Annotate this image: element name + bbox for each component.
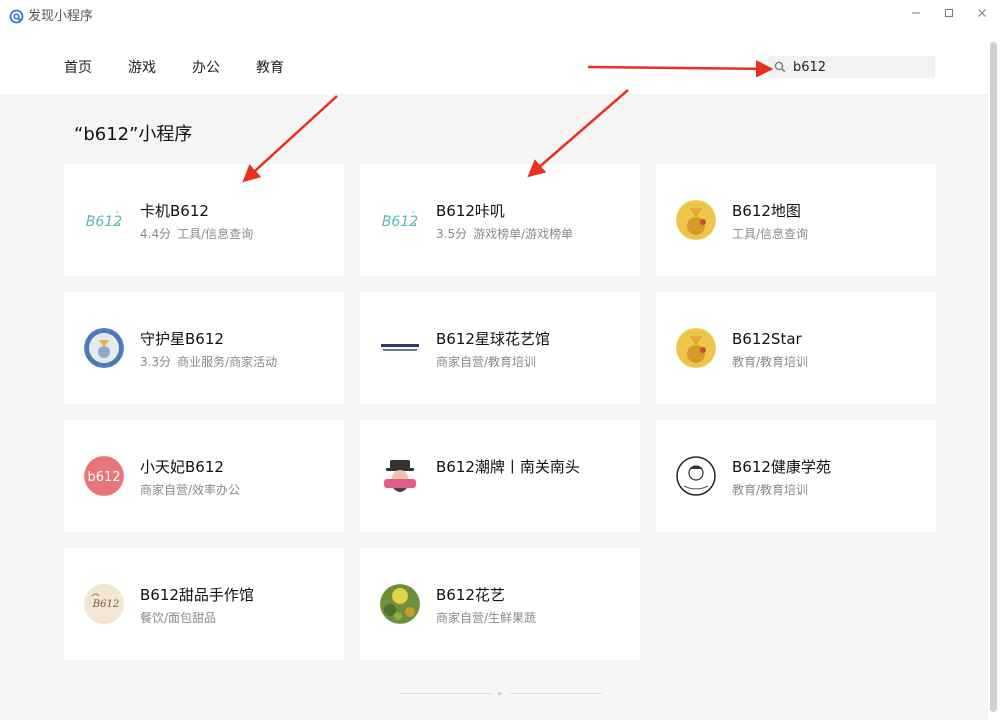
svg-text:B612: B612 xyxy=(86,214,122,230)
result-card[interactable]: B612 B612甜品手作馆 餐饮/面包甜品 xyxy=(64,548,344,660)
card-title: 小天妃B612 xyxy=(140,458,224,476)
sketch-portrait-logo-icon xyxy=(676,456,716,496)
page-indicator xyxy=(400,691,602,697)
maximize-button[interactable] xyxy=(937,4,961,22)
little-prince-avatar-icon xyxy=(676,200,716,240)
card-title: 守护星B612 xyxy=(140,330,224,348)
result-card[interactable]: B612健康学苑 教育/教育培训 xyxy=(656,420,936,532)
svg-text:b612: b612 xyxy=(87,470,120,485)
pager-line-left xyxy=(400,693,492,694)
card-meta: 商家自营/教育培训 xyxy=(436,354,536,370)
little-prince-avatar-icon xyxy=(676,328,716,368)
search-icon xyxy=(774,60,788,74)
card-category: 游戏榜单/游戏榜单 xyxy=(473,227,574,241)
flower-photo-icon xyxy=(380,584,420,624)
card-category: 餐饮/面包甜品 xyxy=(140,611,217,625)
card-title: B612地图 xyxy=(732,202,801,220)
result-card[interactable]: B612 B612咔叽 3.5分 游戏榜单/游戏榜单 xyxy=(360,164,640,276)
b612-logo-teal-icon: B612 xyxy=(380,200,420,240)
scrollbar-thumb[interactable] xyxy=(990,42,997,712)
minimize-icon xyxy=(912,12,920,14)
card-meta: 4.4分 工具/信息查询 xyxy=(140,226,253,242)
results-area: “b612”小程序 B612 卡机B612 4.4分 工具/信息查询 B612 B… xyxy=(0,94,988,720)
tab-games[interactable]: 游戏 xyxy=(128,59,156,77)
svg-text:B612: B612 xyxy=(382,214,418,230)
close-button[interactable] xyxy=(970,4,994,22)
little-prince-badge-icon xyxy=(84,328,124,368)
dessert-logo-icon: B612 xyxy=(84,584,124,624)
pager-line-right xyxy=(510,693,602,694)
result-card[interactable]: B612Star 教育/教育培训 xyxy=(656,292,936,404)
card-category: 教育/教育培训 xyxy=(732,355,809,369)
maximize-icon xyxy=(945,9,953,17)
card-rating: 3.5分 xyxy=(436,227,468,241)
result-card[interactable]: B612 卡机B612 4.4分 工具/信息查询 xyxy=(64,164,344,276)
card-title: B612潮牌丨南关南头 xyxy=(436,458,580,476)
minimize-button[interactable] xyxy=(904,4,928,22)
tab-education[interactable]: 教育 xyxy=(256,59,284,77)
hat-man-logo-icon xyxy=(380,456,420,496)
search-box[interactable] xyxy=(768,56,935,78)
card-category: 商家自营/教育培训 xyxy=(436,355,537,369)
b612-flora-logo-icon xyxy=(380,328,420,368)
miniprogram-logo-icon xyxy=(9,9,24,24)
card-meta: 3.3分 商业服务/商家活动 xyxy=(140,354,277,370)
card-rating: 3.3分 xyxy=(140,355,172,369)
result-card[interactable]: B612花艺 商家自营/生鲜果蔬 xyxy=(360,548,640,660)
card-meta: 商家自营/效率办公 xyxy=(140,482,240,498)
close-icon xyxy=(978,9,986,17)
card-meta: 工具/信息查询 xyxy=(732,226,808,242)
card-category: 商家自营/效率办公 xyxy=(140,483,241,497)
card-category: 商业服务/商家活动 xyxy=(177,355,278,369)
card-category: 商家自营/生鲜果蔬 xyxy=(436,611,537,625)
tab-office[interactable]: 办公 xyxy=(192,59,220,77)
title-bar: 发现小程序 xyxy=(0,0,1000,34)
card-category: 工具/信息查询 xyxy=(177,227,254,241)
card-title: 卡机B612 xyxy=(140,202,209,220)
vertical-scrollbar[interactable] xyxy=(988,34,1000,720)
card-title: B612咔叽 xyxy=(436,202,505,220)
svg-text:B612: B612 xyxy=(92,599,119,610)
tab-home[interactable]: 首页 xyxy=(64,59,92,77)
card-meta: 商家自营/生鲜果蔬 xyxy=(436,610,536,626)
results-grid: B612 卡机B612 4.4分 工具/信息查询 B612 B612咔叽 3.5分… xyxy=(64,164,936,660)
card-meta: 餐饮/面包甜品 xyxy=(140,610,216,626)
card-rating: 4.4分 xyxy=(140,227,172,241)
card-meta: 3.5分 游戏榜单/游戏榜单 xyxy=(436,226,573,242)
b612-logo-teal-icon: B612 xyxy=(84,200,124,240)
card-meta: 教育/教育培训 xyxy=(732,354,808,370)
result-card[interactable]: 守护星B612 3.3分 商业服务/商家活动 xyxy=(64,292,344,404)
card-title: B612健康学苑 xyxy=(732,458,831,476)
result-card[interactable]: B612潮牌丨南关南头 xyxy=(360,420,640,532)
results-title: “b612”小程序 xyxy=(74,124,193,145)
card-title: B612Star xyxy=(732,330,802,348)
result-card[interactable]: b612 小天妃B612 商家自营/效率办公 xyxy=(64,420,344,532)
card-meta: 教育/教育培训 xyxy=(732,482,808,498)
b612-pink-circle-icon: b612 xyxy=(84,456,124,496)
card-category: 教育/教育培训 xyxy=(732,483,809,497)
card-title: B612甜品手作馆 xyxy=(140,586,254,604)
result-card[interactable]: B612星球花艺馆 商家自营/教育培训 xyxy=(360,292,640,404)
window-title: 发现小程序 xyxy=(28,9,94,24)
pager-dot xyxy=(498,692,501,695)
search-input[interactable] xyxy=(793,59,923,75)
card-title: B612花艺 xyxy=(436,586,505,604)
result-card[interactable]: B612地图 工具/信息查询 xyxy=(656,164,936,276)
top-nav: 首页 游戏 办公 教育 xyxy=(0,34,988,94)
card-title: B612星球花艺馆 xyxy=(436,330,550,348)
card-category: 工具/信息查询 xyxy=(732,227,809,241)
